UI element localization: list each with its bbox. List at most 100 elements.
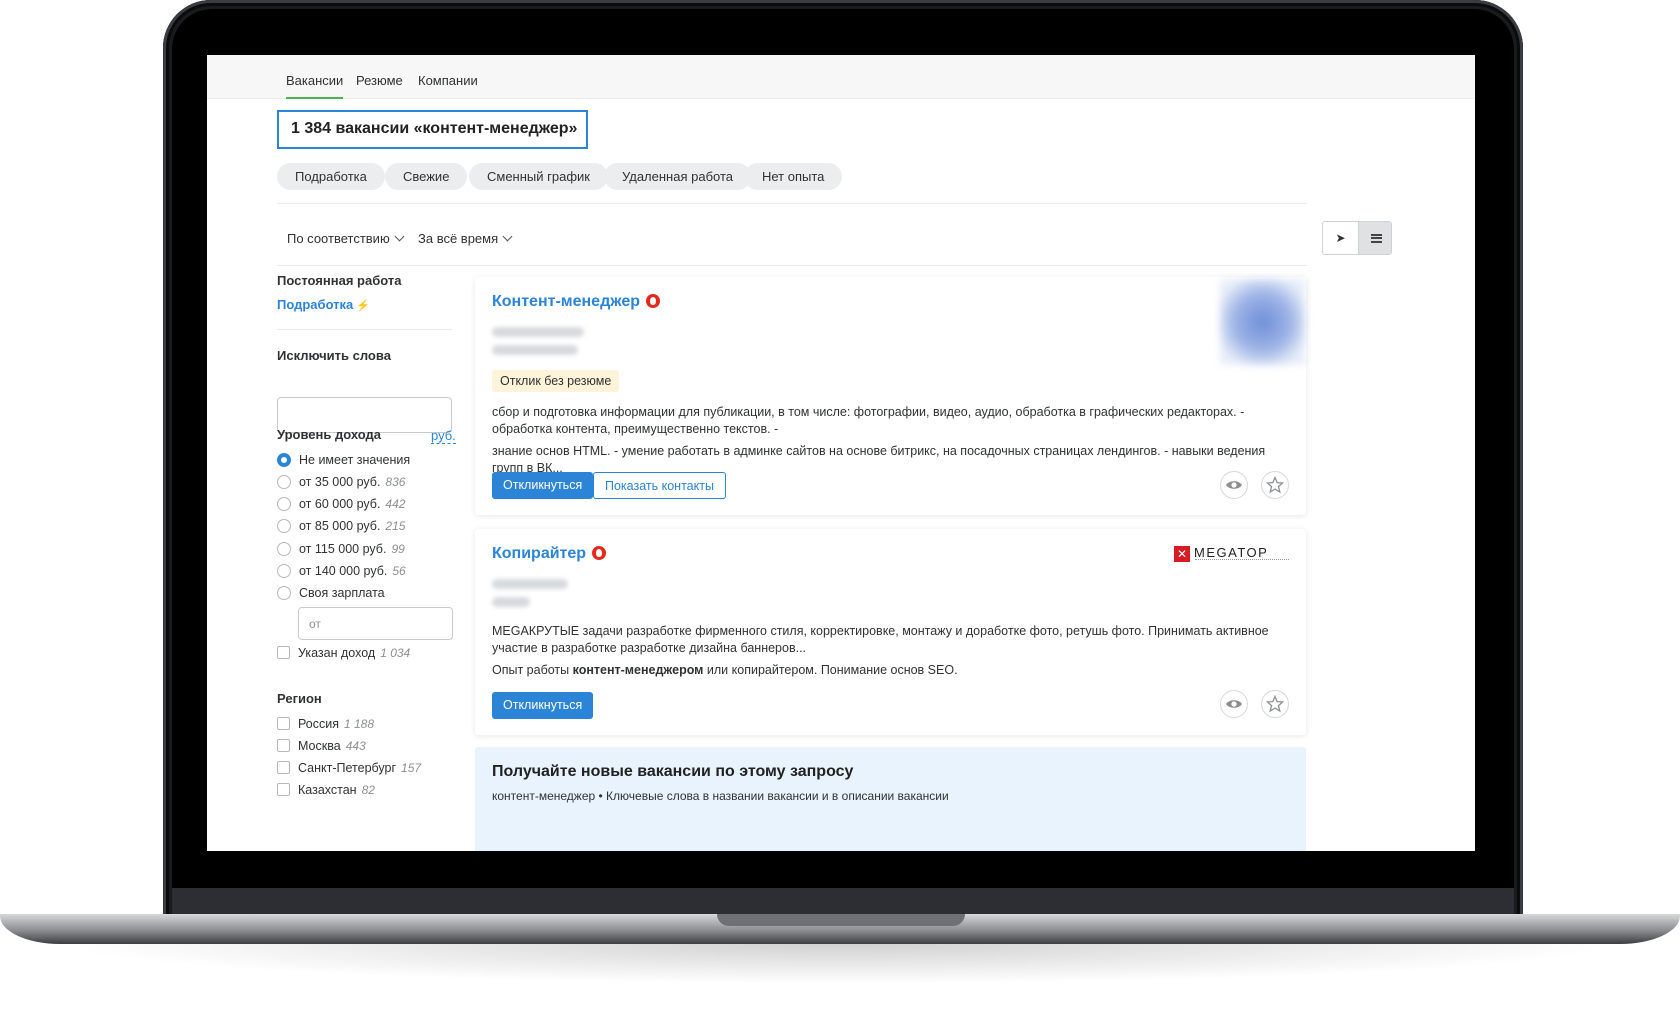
- checkbox-icon: [277, 739, 290, 753]
- sort-relevance-label: По соответствию: [287, 231, 390, 246]
- logo-tagline: [1195, 559, 1289, 561]
- company-logo-text: MEGATOP: [1194, 545, 1269, 560]
- company-name-blurred: [492, 327, 584, 337]
- apply-button[interactable]: Откликнуться: [492, 692, 594, 719]
- chip-remote[interactable]: Удаленная работа: [604, 163, 752, 190]
- chip-fresh[interactable]: Свежие: [385, 163, 468, 190]
- income-title: Уровень дохода: [277, 427, 382, 442]
- map-view-button[interactable]: ➤: [1323, 222, 1358, 254]
- income-option-count: 56: [392, 564, 406, 578]
- vacancy-card: Контент-менеджер Отклик без резюме сбор …: [475, 277, 1306, 515]
- region-count: 82: [361, 783, 375, 797]
- tab-companies[interactable]: Компании: [418, 73, 478, 97]
- chevron-down-icon: [502, 231, 513, 242]
- salary-from-input[interactable]: от: [298, 607, 453, 640]
- currency-selector[interactable]: руб.: [431, 429, 456, 444]
- top-nav: Вакансии Резюме Компании: [207, 55, 1475, 99]
- radio-icon: [277, 541, 291, 556]
- sort-relevance-dropdown[interactable]: По соответствию: [287, 231, 405, 246]
- divider: [277, 203, 1307, 204]
- lightning-icon: ⚡: [356, 300, 370, 312]
- eye-icon: [1226, 481, 1242, 489]
- checkbox-icon: [277, 783, 290, 797]
- vacancy-title-link[interactable]: Копирайтер: [492, 545, 607, 563]
- exclude-words-title: Исключить слова: [277, 348, 391, 363]
- favorite-button[interactable]: [1261, 471, 1289, 499]
- checkbox-icon: [277, 717, 290, 731]
- region-count: 157: [401, 761, 422, 775]
- checkbox-icon: [277, 646, 290, 660]
- chip-no-experience[interactable]: Нет опыта: [744, 163, 843, 190]
- tab-resumes[interactable]: Резюме: [356, 73, 403, 97]
- vacancy-card: Копирайтер MEGATOP MEGAКРУТЫЕ задачи раз…: [475, 529, 1306, 735]
- subscribe-title: Получайте новые вакансии по этому запрос…: [492, 763, 854, 780]
- radio-icon: [277, 563, 291, 578]
- radio-icon: [277, 474, 291, 489]
- income-option[interactable]: от 115 000 руб. 99: [277, 541, 405, 557]
- income-option-count: 442: [385, 497, 406, 511]
- income-option[interactable]: Своя зарплата: [277, 585, 385, 601]
- laptop-chin: [172, 888, 1514, 914]
- chip-shift[interactable]: Сменный график: [469, 163, 608, 190]
- list-view-button[interactable]: [1358, 222, 1391, 254]
- region-option[interactable]: Санкт-Петербург 157: [277, 760, 421, 776]
- income-option[interactable]: от 85 000 руб. 215: [277, 518, 405, 534]
- hide-vacancy-button[interactable]: [1220, 471, 1248, 499]
- vacancy-responsibilities: MEGAКРУТЫЕ задачи разработке фирменного …: [492, 624, 1269, 655]
- income-option-label: от 85 000 руб.: [299, 519, 381, 533]
- income-specified-checkbox[interactable]: Указан доход 1 034: [277, 645, 410, 661]
- income-option-count: 215: [385, 519, 406, 533]
- chip-part-time[interactable]: Подработка: [277, 163, 385, 190]
- region-label: Санкт-Петербург: [298, 761, 397, 775]
- results-headline: 1 384 вакансии «контент-менеджер»: [277, 110, 588, 149]
- star-icon: [1266, 476, 1284, 494]
- income-option-label: от 115 000 руб.: [299, 542, 387, 556]
- income-option[interactable]: от 140 000 руб. 56: [277, 563, 406, 579]
- favorite-button[interactable]: [1261, 690, 1289, 718]
- megatop-logo-icon: [1174, 546, 1190, 562]
- employment-title: Постоянная работа: [277, 273, 402, 288]
- fire-icon: [592, 545, 607, 560]
- income-option[interactable]: от 35 000 руб. 836: [277, 474, 405, 490]
- chevron-down-icon: [394, 231, 405, 242]
- region-option[interactable]: Казахстан 82: [277, 782, 375, 798]
- view-toggle: ➤: [1322, 221, 1392, 255]
- income-option[interactable]: от 60 000 руб. 442: [277, 496, 405, 512]
- vacancy-title: Контент-менеджер: [492, 293, 641, 310]
- company-logo-blurred: [1220, 279, 1305, 365]
- income-specified-label: Указан доход: [298, 646, 376, 660]
- region-option[interactable]: Россия 1 188: [277, 716, 374, 732]
- company-logo: MEGATOP: [1174, 545, 1292, 565]
- eye-icon: [1226, 700, 1242, 708]
- radio-icon: [277, 518, 291, 533]
- income-option[interactable]: Не имеет значения: [277, 452, 410, 468]
- tab-vacancies[interactable]: Вакансии: [286, 73, 344, 99]
- part-time-link[interactable]: Подработка ⚡: [277, 297, 370, 312]
- divider: [277, 265, 1307, 266]
- divider: [277, 329, 452, 330]
- vacancy-title: Копирайтер: [492, 545, 587, 562]
- city-blurred: [492, 345, 578, 355]
- vacancy-title-link[interactable]: Контент-менеджер: [492, 293, 661, 311]
- company-name-blurred: [492, 579, 568, 589]
- hide-vacancy-button[interactable]: [1220, 690, 1248, 718]
- region-label: Казахстан: [298, 783, 357, 797]
- subscribe-subtitle: контент-менеджер • Ключевые слова в назв…: [492, 789, 949, 803]
- sort-period-dropdown[interactable]: За всё время: [418, 231, 513, 246]
- screen: Вакансии Резюме Компании 1 384 вакансии …: [207, 55, 1475, 851]
- region-title: Регион: [277, 691, 322, 706]
- part-time-label: Подработка: [277, 297, 354, 312]
- region-option[interactable]: Москва 443: [277, 738, 366, 754]
- income-option-label: Не имеет значения: [299, 453, 411, 467]
- vacancy-responsibilities: сбор и подготовка информации для публика…: [492, 405, 1245, 436]
- list-icon: [1370, 233, 1382, 243]
- income-option-label: Своя зарплата: [299, 586, 385, 600]
- show-contacts-button[interactable]: Показать контакты: [593, 472, 726, 499]
- city-blurred: [492, 597, 530, 607]
- star-icon: [1266, 695, 1284, 713]
- sort-period-label: За всё время: [418, 231, 499, 246]
- apply-button[interactable]: Откликнуться: [492, 472, 594, 499]
- vacancy-requirements: Опыт работы контент-менеджером или копир…: [492, 663, 958, 677]
- radio-icon: [277, 585, 291, 600]
- income-option-count: 836: [385, 475, 406, 489]
